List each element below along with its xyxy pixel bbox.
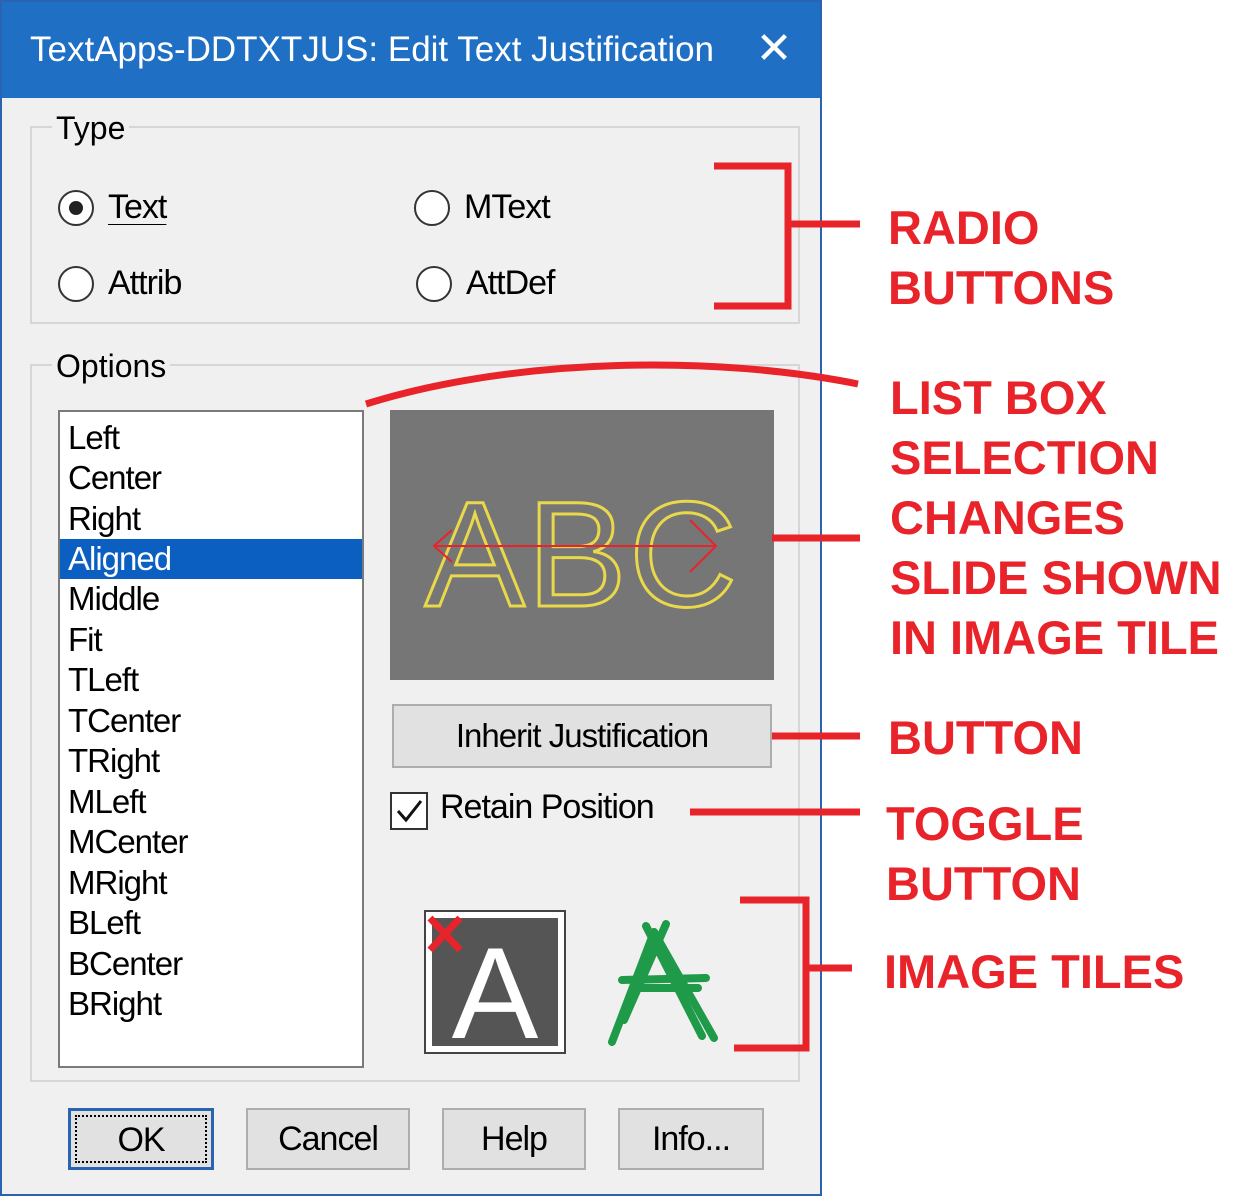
list-item[interactable]: BCenter [60,944,362,984]
annotation-list-box: LIST BOX SELECTION CHANGES SLIDE SHOWN I… [890,368,1222,668]
radio-attdef-label: AttDef [466,264,555,302]
info-button[interactable]: Info... [618,1108,764,1170]
list-item[interactable]: MRight [60,863,362,903]
radio-attrib-circle[interactable] [58,266,94,302]
annotation-line: CHANGES [890,491,1126,544]
close-icon[interactable]: ✕ [752,24,796,74]
radio-selected-dot [69,201,83,215]
help-button-label: Help [481,1120,548,1158]
annotation-line: BUTTON [886,857,1081,910]
list-item[interactable]: Right [60,499,362,539]
options-group-label: Options [52,348,171,384]
help-button[interactable]: Help [442,1108,586,1170]
list-item[interactable]: Center [60,458,362,498]
radio-text-label: Text [108,188,167,226]
list-item[interactable]: MLeft [60,782,362,822]
info-button-label: Info... [651,1120,731,1158]
preview-text: ABC [425,470,739,638]
type-group-label: Type [52,110,130,146]
ok-button[interactable]: OK [68,1108,214,1170]
list-item-selected[interactable]: Aligned [60,539,362,579]
annotation-button: BUTTON [888,708,1083,768]
annotation-image-tiles: IMAGE TILES [884,942,1184,1002]
radio-mtext-circle[interactable] [414,190,450,226]
title-bar: TextApps-DDTXTJUS: Edit Text Justificati… [2,2,820,98]
list-item[interactable]: BLeft [60,903,362,943]
annotation-line: BUTTON [888,711,1083,764]
letter-a-delete-tile[interactable]: A [424,910,566,1066]
radio-text-circle[interactable] [58,190,94,226]
window-title: TextApps-DDTXTJUS: Edit Text Justificati… [30,30,715,69]
retain-position-checkbox[interactable] [390,792,428,830]
cancel-button-label: Cancel [278,1120,379,1158]
dialog-window: TextApps-DDTXTJUS: Edit Text Justificati… [0,0,822,1196]
annotation-line: LIST BOX [890,371,1107,424]
list-item[interactable]: BRight [60,984,362,1024]
letter-a-crossed-green-icon [608,920,718,1046]
annotation-line: SLIDE SHOWN [890,551,1222,604]
tile-a-letter: A [452,920,539,1052]
preview-slide-graphic: ABC [423,469,739,640]
annotation-line: RADIO [888,201,1040,254]
radio-attrib-label: Attrib [108,264,182,302]
radio-attdef-circle[interactable] [416,266,452,302]
list-item[interactable]: MCenter [60,822,362,862]
list-item[interactable]: TCenter [60,701,362,741]
annotation-line: IMAGE TILES [884,945,1185,998]
list-item[interactable]: Middle [60,579,362,619]
annotation-line: SELECTION [890,431,1159,484]
retain-position-label[interactable]: Retain Position [440,788,655,827]
letter-a-crossed-tile[interactable] [602,910,732,1054]
annotation-toggle: TOGGLE BUTTON [886,794,1084,914]
inherit-justification-button[interactable]: Inherit Justification [392,704,772,768]
justification-listbox[interactable]: Left Center Right Aligned Middle Fit TLe… [58,410,364,1068]
list-item[interactable]: TLeft [60,660,362,700]
cancel-button[interactable]: Cancel [246,1108,410,1170]
annotation-line: BUTTONS [888,261,1115,314]
preview-image-tile: ABC [390,410,774,680]
annotation-radio-buttons: RADIO BUTTONS [888,198,1114,318]
checkmark-icon [396,800,423,823]
list-item[interactable]: Left [60,418,362,458]
list-item[interactable]: Fit [60,620,362,660]
list-item[interactable]: TRight [60,741,362,781]
letter-a-delete-icon: A [427,915,558,1066]
annotation-line: TOGGLE [886,797,1084,850]
focus-rectangle [75,1115,207,1163]
radio-mtext-label: MText [464,188,551,226]
annotation-line: IN IMAGE TILE [890,611,1219,664]
